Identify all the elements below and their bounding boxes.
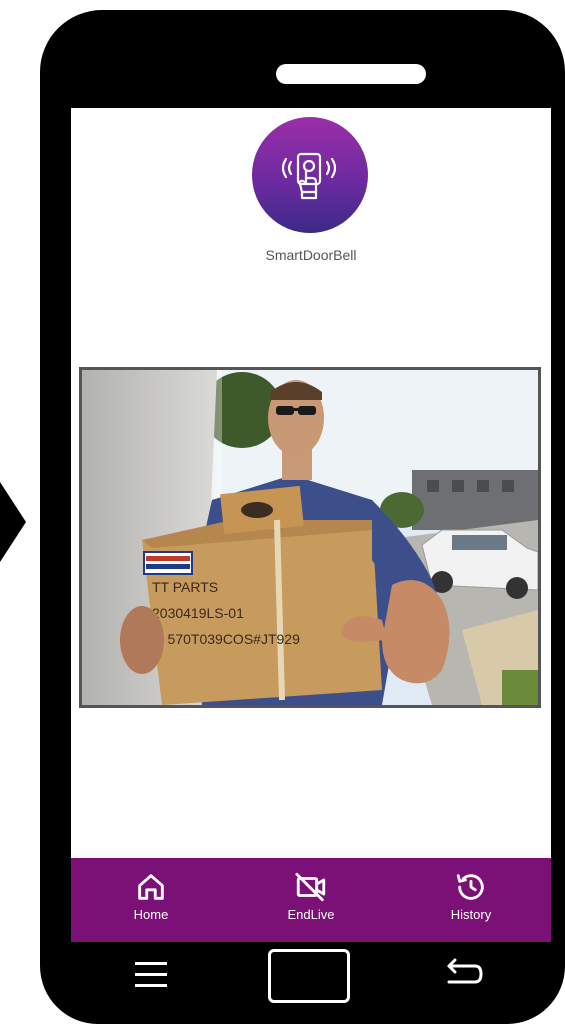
app-screen: SmartDoorBell TT PARTS 2030419LS-01 M 57… [71, 108, 551, 942]
box-label-line-3: M 570T039COS#JT929 [152, 631, 300, 647]
phone-speaker [276, 64, 426, 84]
hand-tap-phone-icon [281, 152, 337, 200]
nav-home-label: Home [133, 907, 169, 922]
video-off-icon [295, 872, 326, 902]
bottom-navigation: Home EndLive History [71, 858, 551, 942]
nav-endlive[interactable]: EndLive [251, 858, 371, 922]
back-icon[interactable] [439, 958, 485, 994]
nav-home[interactable]: Home [91, 858, 211, 922]
app-name: SmartDoorBell [265, 247, 357, 263]
menu-icon[interactable] [135, 962, 167, 995]
nav-history-label: History [450, 907, 492, 922]
home-square-icon[interactable] [268, 949, 350, 1003]
system-navigation-bar [71, 942, 551, 1014]
history-icon [456, 874, 484, 900]
box-label-line-1: TT PARTS [152, 579, 218, 595]
box-label-line-2: 2030419LS-01 [152, 605, 244, 621]
app-logo [252, 117, 368, 233]
side-arrow-decoration [0, 482, 26, 562]
nav-history[interactable]: History [411, 858, 531, 922]
home-icon [138, 874, 164, 900]
live-video-feed[interactable]: TT PARTS 2030419LS-01 M 570T039COS#JT929 [79, 367, 541, 708]
doorbell-camera-image: TT PARTS 2030419LS-01 M 570T039COS#JT929 [82, 370, 538, 705]
nav-endlive-label: EndLive [287, 907, 335, 922]
